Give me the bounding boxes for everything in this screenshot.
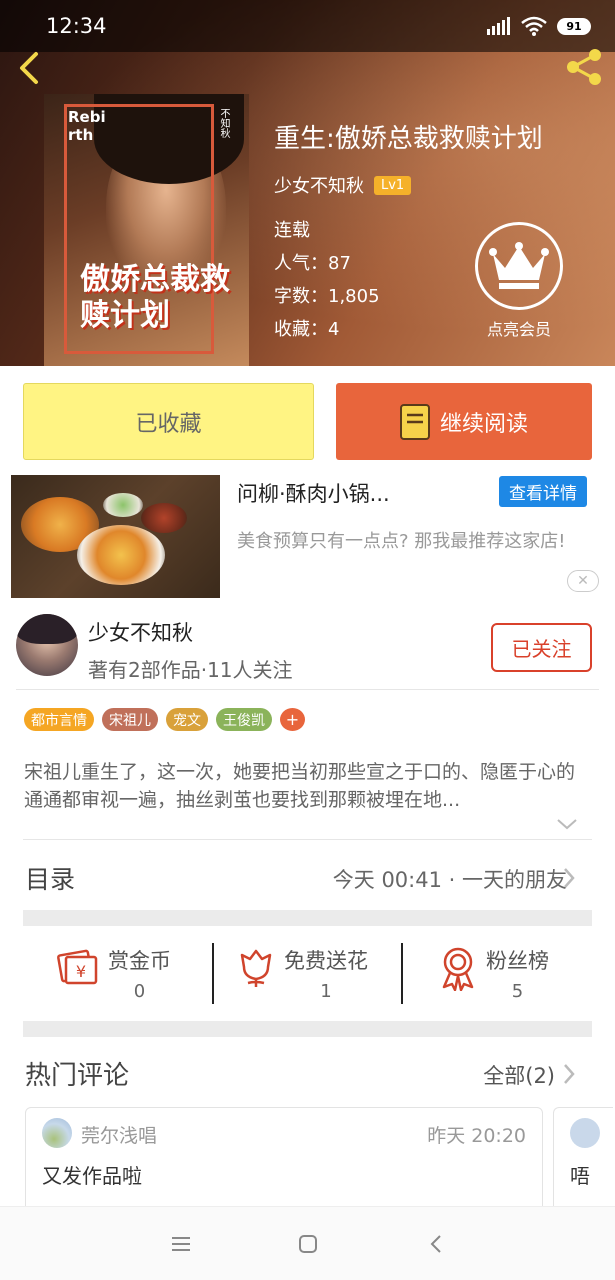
chevron-right-icon: [564, 868, 575, 888]
reward-coins-button[interactable]: ¥ 赏金币 0: [56, 945, 171, 1005]
system-nav-bar: [0, 1206, 615, 1280]
add-tag-button[interactable]: +: [280, 708, 305, 731]
share-icon: [567, 49, 601, 85]
vip-crown-circle: [475, 222, 563, 310]
status-time: 12:34: [46, 14, 107, 38]
tag-item[interactable]: 宠文: [166, 708, 208, 731]
all-comments-button[interactable]: 全部(2): [483, 1060, 555, 1090]
author-avatar[interactable]: [16, 614, 78, 676]
author-name[interactable]: 少女不知秋: [274, 172, 364, 198]
tag-list: 都市言情 宋祖儿 宠文 王俊凯 +: [24, 708, 305, 731]
book-popularity: 人气：87: [274, 253, 351, 274]
share-button[interactable]: [563, 48, 605, 86]
stat-text: 粉丝榜 5: [486, 945, 549, 1002]
toc-latest-chapter[interactable]: 今天 00:41 · 一天的朋友: [333, 864, 567, 894]
book-word-count: 字数：1,805: [274, 286, 380, 307]
wifi-icon: [521, 16, 547, 36]
toc-label[interactable]: 目录: [25, 860, 75, 896]
book-meta: 连载 人气：87 字数：1,805 收藏：4: [274, 214, 380, 346]
divider: [16, 689, 599, 690]
stat-text: 赏金币 0: [108, 945, 171, 1002]
tag-item[interactable]: 宋祖儿: [102, 708, 158, 731]
tag-item[interactable]: 都市言情: [24, 708, 94, 731]
comment-text: 唔: [570, 1164, 590, 1188]
status-bar: 12:34 91: [0, 0, 615, 52]
stat-label: 免费送花: [284, 949, 368, 973]
author-card-stats: 著有2部作品·11人关注: [88, 658, 293, 682]
ad-food-greens: [103, 493, 143, 517]
ad-description: 美食预算只有一点点? 那我最推荐这家店!: [237, 531, 566, 552]
book-status: 连载: [274, 220, 310, 241]
comment-text: 又发作品啦: [42, 1164, 142, 1188]
coin-envelope-icon: ¥: [57, 949, 98, 985]
send-flower-button[interactable]: 免费送花 1: [236, 945, 368, 1005]
book-cover[interactable]: Rebirth 不知秋 傲娇总裁救赎计划: [44, 94, 249, 366]
book-favorites: 收藏：4: [274, 319, 340, 340]
commenter-avatar[interactable]: [570, 1118, 600, 1148]
author-card-name[interactable]: 少女不知秋: [88, 617, 193, 647]
chevron-left-icon: [20, 52, 38, 84]
battery-icon: 91: [557, 17, 591, 35]
hot-comments-label: 热门评论: [25, 1061, 130, 1091]
continue-reading-label: 继续阅读: [439, 411, 528, 437]
stat-count: 1: [320, 981, 332, 1002]
tag-item[interactable]: 王俊凯: [216, 708, 272, 731]
back-button[interactable]: [14, 50, 48, 86]
comment-time: 昨天 20:20: [427, 1125, 526, 1147]
stat-count: 0: [133, 981, 146, 1002]
flower-icon: [240, 949, 272, 987]
ad-image[interactable]: [11, 475, 220, 598]
menu-nav-button[interactable]: [166, 1229, 196, 1259]
chevron-right-icon: [564, 1064, 575, 1084]
stat-label: 赏金币: [108, 949, 171, 973]
home-square-icon: [299, 1235, 317, 1253]
all-comments-arrow[interactable]: [562, 1062, 576, 1086]
expand-button[interactable]: [556, 816, 578, 830]
comment-card[interactable]: 唔: [553, 1107, 613, 1217]
ad-title[interactable]: 问柳·酥肉小锅...: [237, 478, 390, 508]
author-row[interactable]: 少女不知秋 Lv1: [274, 172, 412, 198]
back-nav-button[interactable]: [421, 1229, 451, 1259]
back-arrow-icon: [430, 1235, 441, 1253]
divider: [23, 839, 592, 840]
stat-text: 免费送花 1: [284, 945, 368, 1002]
stat-separator: [401, 943, 403, 1004]
ad-detail-button[interactable]: 查看详情: [499, 476, 587, 507]
section-separator: [23, 910, 592, 926]
cover-rebirth-text: Rebirth: [68, 108, 106, 144]
ad-close-button[interactable]: ✕: [567, 570, 599, 592]
chevron-down-icon: [557, 819, 577, 830]
vip-button[interactable]: 点亮会员: [470, 222, 568, 340]
cover-title-text: 傲娇总裁救赎计划: [80, 262, 230, 333]
avatar-hair: [16, 614, 78, 644]
stat-label: 粉丝榜: [486, 949, 549, 973]
stat-count: 5: [511, 981, 524, 1002]
book-icon: [399, 403, 430, 440]
medal-icon: [442, 947, 474, 991]
svg-text:¥: ¥: [76, 962, 86, 981]
status-icons: 91: [487, 16, 591, 36]
comment-card[interactable]: 莞尔浅唱 昨天 20:20 又发作品啦: [25, 1107, 543, 1217]
home-nav-button[interactable]: [293, 1229, 323, 1259]
synopsis[interactable]: 宋祖儿重生了，这一次，她要把当初那些宣之于口的、隐匿于心的通通都审视一遍，抽丝剥…: [24, 758, 592, 814]
fan-ranking-button[interactable]: 粉丝榜 5: [438, 945, 549, 1005]
stat-separator: [212, 943, 214, 1004]
menu-icon: [172, 1237, 190, 1251]
collected-button[interactable]: 已收藏: [23, 383, 314, 460]
cover-author-tag: 不知秋: [218, 108, 229, 138]
toc-arrow[interactable]: [562, 866, 576, 890]
signal-icon: [487, 17, 510, 35]
continue-reading-button[interactable]: 继续阅读: [336, 383, 592, 460]
level-badge: Lv1: [374, 175, 412, 195]
commenter-avatar[interactable]: [42, 1118, 72, 1148]
follow-button[interactable]: 已关注: [491, 623, 592, 672]
vip-label: 点亮会员: [486, 320, 551, 339]
section-separator: [23, 1021, 592, 1037]
book-title: 重生:傲娇总裁救赎计划: [274, 124, 543, 154]
commenter-name[interactable]: 莞尔浅唱: [81, 1121, 157, 1148]
crown-icon: [489, 242, 549, 289]
ad-food-side: [141, 503, 187, 533]
ad-food-bowl: [77, 525, 165, 585]
